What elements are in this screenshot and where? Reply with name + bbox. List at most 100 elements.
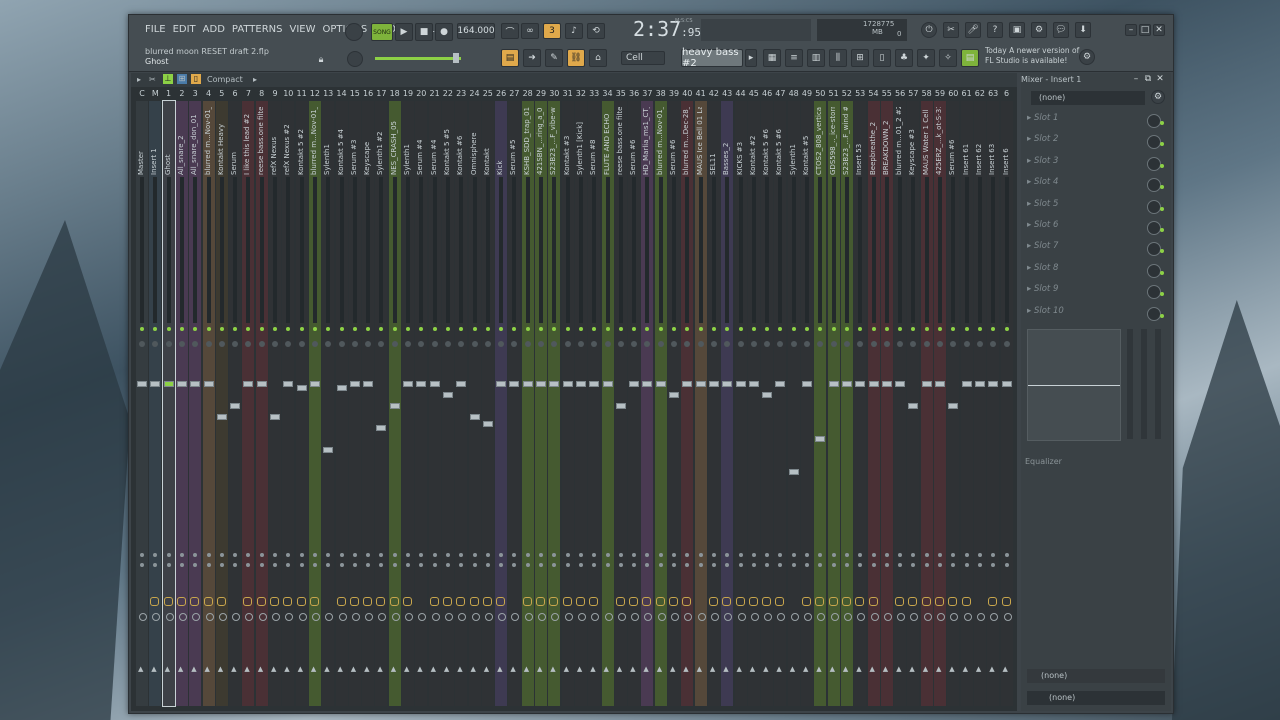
send-knob[interactable]: [365, 613, 374, 621]
stereo-separation-knob[interactable]: [140, 553, 144, 557]
slot-enable-led[interactable]: [1160, 206, 1164, 211]
fx-enable-led[interactable]: [977, 327, 982, 331]
swap-channels-icon[interactable]: [951, 563, 956, 567]
fx-enable-led[interactable]: [698, 327, 703, 331]
route-to-insert-button[interactable]: [389, 597, 399, 606]
fx-enable-led[interactable]: [326, 327, 331, 331]
piano-roll-icon[interactable]: ▤: [501, 49, 519, 67]
mixer-strip[interactable]: Kontakt ▲: [481, 101, 494, 706]
swap-channels-icon[interactable]: [778, 563, 783, 567]
pan-knob[interactable]: [604, 341, 611, 347]
send-knob[interactable]: [843, 613, 852, 621]
inspector-minimize[interactable]: –: [1131, 74, 1141, 84]
slot-mix-knob[interactable]: [1147, 263, 1164, 278]
arrow-icon[interactable]: ➜: [523, 49, 541, 67]
mixer-view-icon[interactable]: ⊞: [177, 74, 187, 84]
output-arrow-icon[interactable]: ▲: [776, 665, 781, 673]
fx-enable-led[interactable]: [1004, 327, 1009, 331]
chat-icon[interactable]: 💬︎: [1053, 22, 1069, 38]
lock-icon[interactable]: 🔒︎: [315, 53, 327, 67]
swap-channels-icon[interactable]: [1004, 563, 1009, 567]
swap-channels-icon[interactable]: [645, 563, 650, 567]
fx-enable-led[interactable]: [459, 327, 464, 331]
send-knob[interactable]: [165, 613, 174, 621]
volume-fader[interactable]: [762, 392, 773, 398]
effect-slot[interactable]: ▸ Slot 1: [1027, 113, 1167, 131]
track-number[interactable]: 7: [242, 89, 254, 98]
route-to-insert-button[interactable]: [163, 597, 173, 606]
pan-knob[interactable]: [697, 341, 704, 347]
route-to-insert-button[interactable]: [482, 597, 492, 606]
slot-mix-knob[interactable]: [1147, 156, 1164, 171]
mixer-strip[interactable]: Ghost ▲: [161, 100, 176, 707]
mixer-strip[interactable]: MAUS Water 1 Cell #2 ▲: [920, 101, 933, 706]
pan-knob[interactable]: [139, 341, 145, 347]
mixer-strip[interactable]: Serum #4 ▲: [415, 101, 428, 706]
slot-enable-led[interactable]: [1160, 228, 1164, 232]
mixer-strip[interactable]: KSHB_SDD_trap_01_F ▲: [521, 101, 534, 706]
track-number[interactable]: 60: [947, 89, 959, 98]
menu-item-add[interactable]: ADD: [203, 24, 225, 35]
fx-enable-led[interactable]: [339, 327, 344, 331]
mixer-strip[interactable]: Sylenth1 #2 ▲: [375, 101, 388, 706]
news-icon[interactable]: ⚙: [1079, 49, 1095, 65]
route-to-insert-button[interactable]: [349, 597, 359, 606]
send-knob[interactable]: [232, 613, 241, 621]
track-number[interactable]: 9: [269, 89, 281, 98]
send-knob[interactable]: [152, 613, 161, 621]
mixer-strip[interactable]: HD_Marlia_ms1_CT_08 ▲: [641, 101, 654, 706]
volume-fader[interactable]: [562, 381, 573, 387]
track-number[interactable]: 29: [535, 89, 547, 98]
metronome-knob[interactable]: [345, 23, 363, 41]
mixer-strip[interactable]: Sylenth1 ▲: [322, 101, 335, 706]
route-to-insert-button[interactable]: [442, 597, 452, 606]
output-arrow-icon[interactable]: ▲: [231, 665, 236, 673]
swap-channels-icon[interactable]: [685, 563, 690, 567]
volume-fader[interactable]: [935, 381, 945, 387]
stereo-separation-knob[interactable]: [352, 553, 357, 557]
output-arrow-icon[interactable]: ▲: [763, 665, 768, 673]
mixer-strip[interactable]: Sylenth1 ▲: [402, 101, 414, 706]
fx-enable-led[interactable]: [685, 327, 690, 331]
stereo-separation-knob[interactable]: [432, 553, 437, 557]
pan-knob[interactable]: [444, 341, 451, 347]
fx-enable-led[interactable]: [844, 327, 849, 331]
slot-mix-knob[interactable]: [1147, 199, 1164, 214]
swap-channels-icon[interactable]: [751, 563, 756, 567]
master-volume-knob[interactable]: [347, 51, 363, 67]
send-knob[interactable]: [644, 613, 653, 621]
track-number[interactable]: 40: [681, 89, 693, 98]
fx-enable-led[interactable]: [233, 327, 238, 331]
fx-enable-led[interactable]: [831, 327, 836, 331]
send-knob[interactable]: [910, 613, 919, 621]
mixer-strip[interactable]: Kontakt #6 ▲: [455, 101, 468, 706]
route-to-insert-button[interactable]: [429, 597, 439, 606]
track-number[interactable]: 54: [868, 89, 880, 98]
pan-knob[interactable]: [631, 341, 638, 347]
route-to-insert-button[interactable]: [243, 597, 253, 606]
output-arrow-icon[interactable]: ▲: [218, 665, 223, 673]
route-to-insert-button[interactable]: [642, 597, 652, 606]
fx-enable-led[interactable]: [299, 327, 304, 331]
route-to-insert-button[interactable]: [841, 597, 851, 606]
mixer-strip[interactable]: Beepbreathe_2 ▲: [867, 101, 880, 706]
stereo-separation-knob[interactable]: [286, 553, 291, 557]
output-arrow-icon[interactable]: ▲: [457, 665, 462, 673]
volume-fader[interactable]: [788, 469, 799, 475]
volume-fader[interactable]: [775, 381, 786, 387]
route-to-insert-button[interactable]: [908, 597, 918, 606]
send-knob[interactable]: [737, 613, 746, 621]
fx-enable-led[interactable]: [605, 327, 610, 331]
output-arrow-icon[interactable]: ▲: [205, 665, 210, 673]
track-number[interactable]: 21: [429, 89, 441, 98]
pan-knob[interactable]: [458, 341, 465, 347]
stereo-separation-knob[interactable]: [605, 553, 610, 557]
stereo-separation-knob[interactable]: [951, 553, 956, 557]
track-number[interactable]: 16: [362, 89, 374, 98]
plugin-picker-icon[interactable]: ♣: [895, 49, 913, 67]
mixer-strip[interactable]: Kontakt Heavy ▲: [215, 101, 228, 706]
track-number[interactable]: 15: [349, 89, 361, 98]
route-to-insert-button[interactable]: [921, 597, 931, 606]
mixer-strip[interactable]: Insert 53 ▲: [854, 101, 867, 706]
track-number[interactable]: 31: [562, 89, 574, 98]
